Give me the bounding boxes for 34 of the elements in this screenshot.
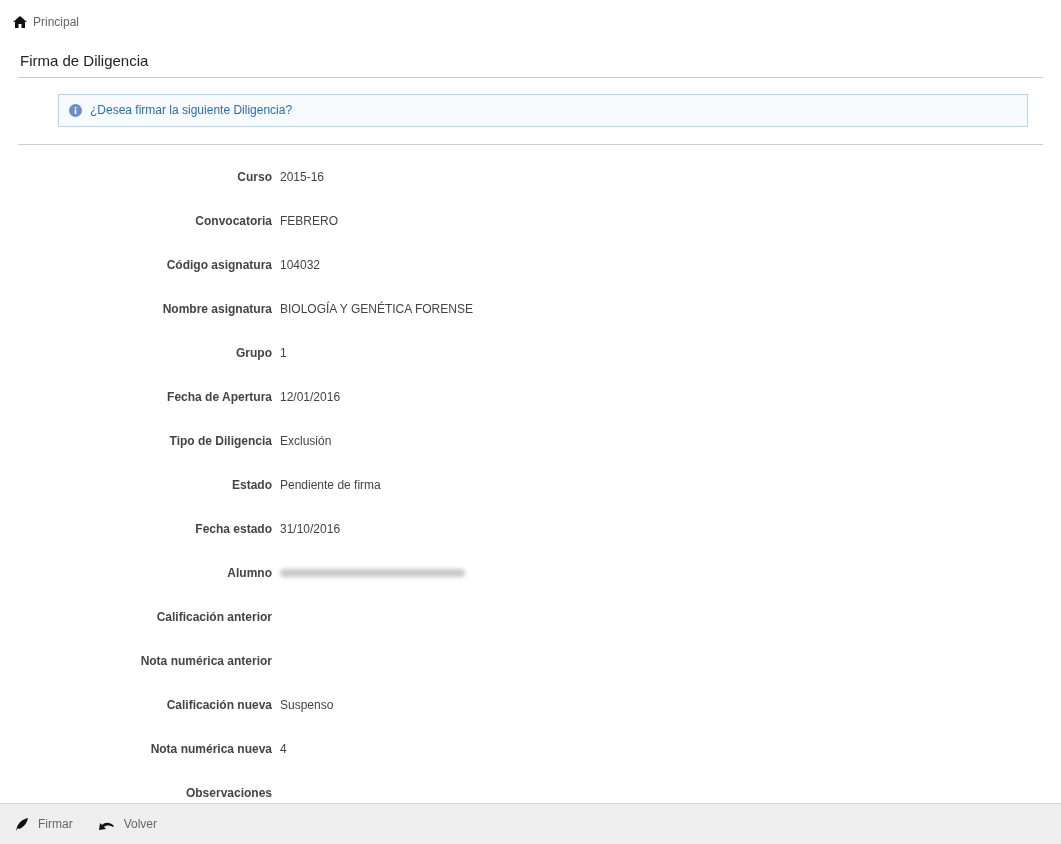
field-label: Observaciones (185, 784, 272, 802)
field-label: Nota numérica anterior (140, 652, 272, 670)
field-label: Fecha estado (195, 520, 272, 538)
field-value: Suspenso (280, 696, 334, 714)
breadcrumb-link[interactable]: Principal (33, 13, 80, 31)
field-value: 31/10/2016 (280, 520, 341, 538)
field-value: 12/01/2016 (280, 388, 341, 406)
field-value: FEBRERO (280, 212, 338, 230)
sign-button[interactable]: Firmar (15, 815, 73, 833)
field-value: Pendiente de firma (280, 476, 381, 494)
field-label: Fecha de Apertura (167, 388, 272, 406)
field-value: BIOLOGÍA Y GENÉTICA FORENSE (280, 300, 473, 318)
field-value: 2015-16 (280, 168, 325, 186)
field-label: Estado (232, 476, 272, 494)
field-label: Convocatoria (195, 212, 272, 230)
field-label: Calificación nueva (166, 696, 272, 714)
field-value: Exclusión (280, 432, 332, 450)
field-label: Grupo (236, 344, 272, 362)
field-label: Alumno (227, 564, 272, 582)
info-message: ¿Desea firmar la siguiente Diligencia? (90, 102, 293, 119)
field-label: Nota numérica nueva (150, 740, 272, 758)
field-label: Tipo de Diligencia (169, 432, 272, 450)
info-icon (69, 103, 82, 117)
field-label: Código asignatura (166, 256, 272, 274)
back-button[interactable]: Volver (98, 815, 158, 833)
field-value: 4 (280, 740, 287, 758)
field-label: Calificación anterior (156, 608, 272, 626)
home-icon (13, 16, 27, 28)
field-label: Nombre asignatura (162, 300, 272, 318)
field-value: 1 (280, 344, 287, 362)
page-title: Firma de Diligencia (20, 51, 150, 71)
field-label: Curso (237, 168, 272, 186)
quill-icon (15, 817, 28, 831)
field-value: 104032 (280, 256, 321, 274)
